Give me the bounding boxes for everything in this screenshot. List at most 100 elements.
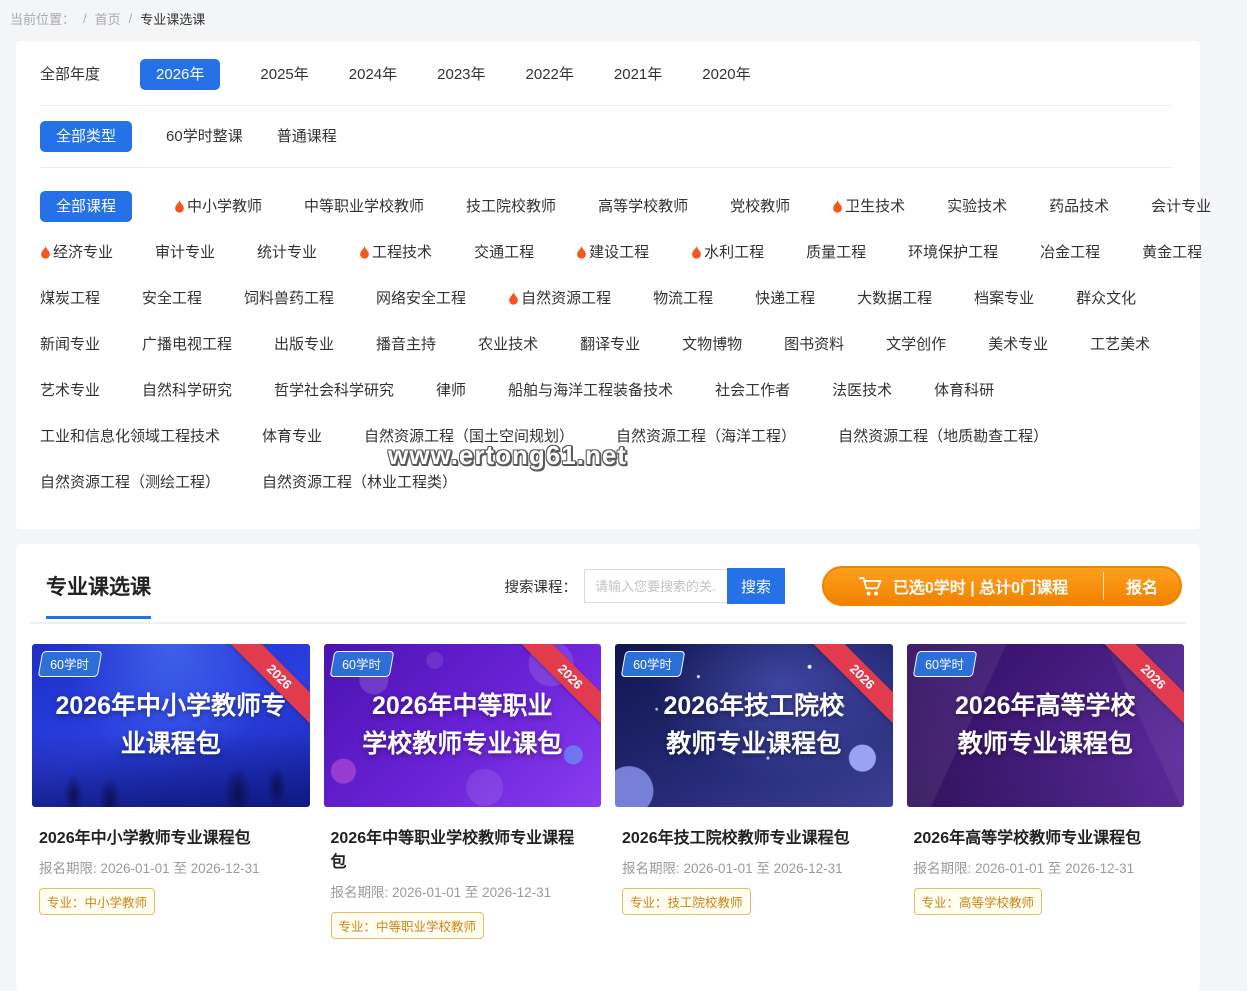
category-option[interactable]: 快递工程 bbox=[755, 283, 815, 314]
cart-summary-area[interactable]: 已选0学时 | 总计0门课程 bbox=[824, 574, 1103, 598]
category-option[interactable]: 律师 bbox=[436, 375, 466, 406]
category-option[interactable]: 工艺美术 bbox=[1090, 329, 1150, 360]
breadcrumb-home-link[interactable]: 首页 bbox=[95, 9, 121, 28]
cart-enroll-button[interactable]: 已选0学时 | 总计0门课程 报名 bbox=[822, 566, 1182, 606]
category-filter-rows: 全部课程 中小学教师 中等职业学校教师 技工院校教师 高等学校教师 党校教师 卫生技术 实验技… bbox=[40, 183, 1172, 505]
category-option[interactable]: 药品技术 bbox=[1049, 191, 1109, 222]
category-option[interactable]: 艺术专业 bbox=[40, 375, 100, 406]
category-option[interactable]: 哲学社会科学研究 bbox=[274, 375, 394, 406]
course-card-grid: 60学时20262026年中小学教师专业课程包2026年中小学教师专业课程包报名… bbox=[30, 644, 1186, 951]
category-option[interactable]: 播音主持 bbox=[376, 329, 436, 360]
category-option[interactable]: 质量工程 bbox=[806, 237, 866, 268]
category-option[interactable]: 工业和信息化领域工程技术 bbox=[40, 421, 220, 452]
type-option[interactable]: 全部类型 bbox=[40, 121, 132, 152]
course-title: 2026年技工院校教师专业课程包 bbox=[622, 824, 881, 848]
course-card[interactable]: 60学时20262026年中等职业学校教师专业课包2026年中等职业学校教师专业… bbox=[324, 644, 602, 951]
course-major-tag: 专业：技工院校教师 bbox=[622, 888, 751, 915]
category-option[interactable]: 船舶与海洋工程装备技术 bbox=[508, 375, 673, 406]
category-option[interactable]: 图书资料 bbox=[784, 329, 844, 360]
category-option[interactable]: 档案专业 bbox=[974, 283, 1034, 314]
category-option[interactable]: 煤炭工程 bbox=[40, 283, 100, 314]
course-thumbnail: 60学时20262026年中等职业学校教师专业课包 bbox=[324, 644, 602, 807]
category-option[interactable]: 交通工程 bbox=[474, 237, 534, 268]
category-option[interactable]: 出版专业 bbox=[274, 329, 334, 360]
category-option[interactable]: 自然科学研究 bbox=[142, 375, 232, 406]
category-label: 经济专业 bbox=[53, 244, 113, 261]
category-option[interactable]: 冶金工程 bbox=[1040, 237, 1100, 268]
category-label: 黄金工程 bbox=[1142, 244, 1202, 261]
category-option[interactable]: 高等学校教师 bbox=[598, 191, 688, 222]
year-option[interactable]: 2024年 bbox=[349, 59, 397, 90]
year-option[interactable]: 2025年 bbox=[260, 59, 308, 90]
category-option[interactable]: 物流工程 bbox=[653, 283, 713, 314]
category-option[interactable]: 自然资源工程（国土空间规划） bbox=[364, 421, 574, 452]
year-option[interactable]: 2020年 bbox=[702, 59, 750, 90]
category-option[interactable]: 体育科研 bbox=[934, 375, 994, 406]
course-card[interactable]: 60学时20262026年高等学校教师专业课程包2026年高等学校教师专业课程包… bbox=[907, 644, 1185, 951]
category-option[interactable]: 统计专业 bbox=[257, 237, 317, 268]
category-option[interactable]: 美术专业 bbox=[988, 329, 1048, 360]
category-option[interactable]: 法医技术 bbox=[832, 375, 892, 406]
hours-badge: 60学时 bbox=[621, 651, 685, 677]
course-thumbnail: 60学时20262026年技工院校教师专业课程包 bbox=[615, 644, 893, 807]
category-label: 药品技术 bbox=[1049, 198, 1109, 215]
category-option[interactable]: 群众文化 bbox=[1076, 283, 1136, 314]
category-label: 冶金工程 bbox=[1040, 244, 1100, 261]
course-card[interactable]: 60学时20262026年技工院校教师专业课程包2026年技工院校教师专业课程包… bbox=[615, 644, 893, 951]
category-option[interactable]: 自然资源工程（林业工程类） bbox=[262, 467, 457, 498]
category-option[interactable]: 实验技术 bbox=[947, 191, 1007, 222]
category-option[interactable]: 中小学教师 bbox=[174, 191, 262, 222]
year-option[interactable]: 2021年 bbox=[614, 59, 662, 90]
category-option[interactable]: 农业技术 bbox=[478, 329, 538, 360]
category-option[interactable]: 社会工作者 bbox=[715, 375, 790, 406]
search-input[interactable] bbox=[584, 569, 727, 603]
category-option[interactable]: 环境保护工程 bbox=[908, 237, 998, 268]
category-option[interactable]: 自然资源工程（地质勘查工程） bbox=[838, 421, 1048, 452]
course-card-body: 2026年中等职业学校教师专业课程包报名期限: 2026-01-01 至 202… bbox=[324, 807, 602, 951]
category-option[interactable]: 自然资源工程 bbox=[508, 283, 611, 314]
year-option[interactable]: 2023年 bbox=[437, 59, 485, 90]
search-button[interactable]: 搜索 bbox=[727, 568, 785, 604]
course-major-tag: 专业：高等学校教师 bbox=[914, 888, 1043, 915]
category-option[interactable]: 全部课程 bbox=[40, 191, 132, 222]
category-option[interactable]: 工程技术 bbox=[359, 237, 432, 268]
category-option[interactable]: 体育专业 bbox=[262, 421, 322, 452]
category-option[interactable]: 饲料兽药工程 bbox=[244, 283, 334, 314]
category-option[interactable]: 会计专业 bbox=[1151, 191, 1211, 222]
category-label: 体育专业 bbox=[262, 428, 322, 445]
category-option[interactable]: 大数据工程 bbox=[857, 283, 932, 314]
category-option[interactable]: 翻译专业 bbox=[580, 329, 640, 360]
course-period: 报名期限: 2026-01-01 至 2026-12-31 bbox=[914, 857, 1173, 877]
category-option[interactable]: 文物博物 bbox=[682, 329, 742, 360]
thumbnail-title: 2026年技工院校教师专业课程包 bbox=[615, 688, 893, 763]
category-option[interactable]: 中等职业学校教师 bbox=[304, 191, 424, 222]
year-option[interactable]: 2022年 bbox=[526, 59, 574, 90]
category-option[interactable]: 广播电视工程 bbox=[142, 329, 232, 360]
category-option[interactable]: 自然资源工程（测绘工程） bbox=[40, 467, 220, 498]
year-option[interactable]: 2026年 bbox=[140, 59, 220, 90]
category-option[interactable]: 审计专业 bbox=[155, 237, 215, 268]
category-option[interactable]: 自然资源工程（海洋工程） bbox=[616, 421, 796, 452]
enroll-button[interactable]: 报名 bbox=[1104, 574, 1180, 598]
type-option[interactable]: 普通课程 bbox=[277, 121, 337, 152]
category-option[interactable]: 建设工程 bbox=[576, 237, 649, 268]
category-option[interactable]: 水利工程 bbox=[691, 237, 764, 268]
type-option[interactable]: 60学时整课 bbox=[166, 121, 243, 152]
category-label: 群众文化 bbox=[1076, 290, 1136, 307]
category-option[interactable]: 新闻专业 bbox=[40, 329, 100, 360]
category-label: 交通工程 bbox=[474, 244, 534, 261]
category-option[interactable]: 网络安全工程 bbox=[376, 283, 466, 314]
category-option[interactable]: 文学创作 bbox=[886, 329, 946, 360]
category-option[interactable]: 党校教师 bbox=[730, 191, 790, 222]
year-option[interactable]: 全部年度 bbox=[40, 59, 100, 90]
course-period: 报名期限: 2026-01-01 至 2026-12-31 bbox=[39, 857, 298, 877]
course-card[interactable]: 60学时20262026年中小学教师专业课程包2026年中小学教师专业课程包报名… bbox=[32, 644, 310, 951]
category-option[interactable]: 黄金工程 bbox=[1142, 237, 1202, 268]
category-label: 高等学校教师 bbox=[598, 198, 688, 215]
category-option[interactable]: 卫生技术 bbox=[832, 191, 905, 222]
category-option[interactable]: 安全工程 bbox=[142, 283, 202, 314]
category-option[interactable]: 技工院校教师 bbox=[466, 191, 556, 222]
category-label: 图书资料 bbox=[784, 336, 844, 353]
course-period: 报名期限: 2026-01-01 至 2026-12-31 bbox=[331, 881, 590, 901]
category-option[interactable]: 经济专业 bbox=[40, 237, 113, 268]
